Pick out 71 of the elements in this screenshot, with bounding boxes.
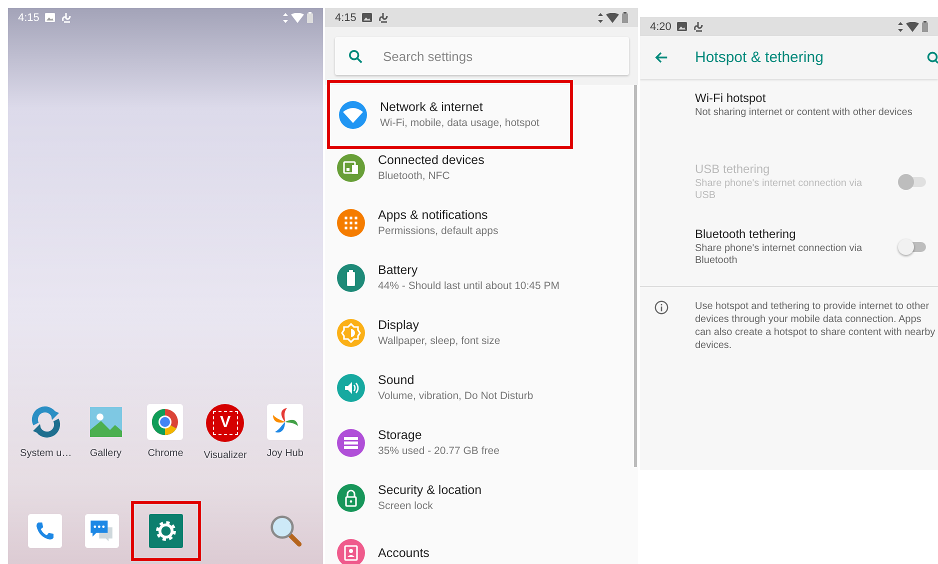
item-subtitle: Wallpaper, sleep, font size [378,335,500,347]
item-subtitle: Screen lock [378,500,434,512]
item-subtitle: 35% used - 20.77 GB free [378,445,500,457]
visualizer-icon: V [206,404,244,442]
scrollbar[interactable] [634,85,637,467]
item-title: Battery [378,263,419,277]
item-subtitle: Bluetooth, NFC [378,170,451,182]
item-title: Bluetooth tethering [695,226,797,240]
landscape-picture-icon [88,404,124,440]
item-title: Wi-Fi hotspot [695,91,767,105]
battery-icon [922,21,928,32]
image-notification-icon [45,13,56,22]
app-label[interactable]: Gallery [90,448,122,459]
image-notification-icon [362,13,372,22]
item-subtitle: Volume, vibration, Do Not Disturb [378,390,534,402]
data-arrows-icon [283,12,288,22]
item-title: Display [378,318,420,332]
wifi-signal-icon [291,12,304,22]
status-time: 4:15 [18,12,40,24]
magnifier-icon[interactable] [269,514,304,548]
item-title: Connected devices [378,153,484,167]
screen-title: Hotspot & tethering [695,49,824,66]
swirl-notification-icon [61,12,72,23]
settings-item[interactable]: Security & location Screen lock [325,470,573,525]
item-subtitle: Share phone's internet connection via USB [695,178,864,202]
app-label[interactable]: Chrome [148,448,184,459]
phone-icon[interactable] [28,514,62,548]
settings-item[interactable]: Apps & notifications Permissions, default apps [325,195,573,250]
info-text: Use hotspot and tethering to provide internet to other devices through your mobile data connection. Apps can also create a hotspot to share content with nearby devices. [695,300,936,352]
swirl-notification-icon [693,21,704,32]
browser-icon [147,404,184,440]
item-subtitle: 44% - Should last until about 10:45 PM [378,280,560,292]
app-label[interactable]: System u… [20,448,72,459]
data-arrows-icon [598,12,603,22]
app-label[interactable]: Joy Hub [266,448,304,459]
messages-icon[interactable] [84,514,119,548]
info-icon [654,300,669,314]
settings-item[interactable]: Display Wallpaper, sleep, font size [325,305,573,360]
item-title: Network & internet [380,100,484,114]
settings-item[interactable]: Storage 35% used - 20.77 GB free [325,415,573,470]
wifi-signal-icon [906,22,919,32]
settings-item[interactable]: Accounts [325,525,573,564]
pinwheel-icon [267,404,304,440]
item-title: Apps & notifications [378,208,489,222]
status-time: 4:15 [335,12,356,24]
item-subtitle: Not sharing internet or content with other devices [695,107,914,120]
battery-icon [622,12,628,23]
settings-item[interactable]: Network & internet Wi-Fi, mobile, data usage, hotspot [327,80,573,149]
wifi-signal-icon [606,12,619,22]
search-icon[interactable] [926,50,938,64]
swirl-notification-icon [378,12,390,23]
settings-icon[interactable] [148,514,182,548]
app-label[interactable]: Visualizer [204,450,247,461]
item-subtitle: Share phone's internet connection via Bluetooth [695,242,864,268]
item-title: USB tethering [695,162,771,176]
status-time: 4:20 [650,20,672,32]
toggle-switch[interactable] [898,239,926,255]
item-subtitle: Permissions, default apps [378,225,498,237]
search-field[interactable]: Search settings [335,37,629,75]
item-subtitle: Wi-Fi, mobile, data usage, hotspot [380,117,540,129]
item-title: Accounts [378,546,430,560]
image-notification-icon [677,22,688,31]
back-arrow-icon[interactable] [654,50,669,65]
settings-item[interactable]: Battery 44% - Should last until about 10:45 PM [325,250,573,305]
search-icon [348,49,363,64]
settings-item[interactable]: Sound Volume, vibration, Do Not Disturb [325,360,573,415]
item-title: Storage [378,428,423,442]
battery-icon [307,12,313,23]
item-title: Security & location [378,483,482,497]
item-title: Sound [378,373,416,387]
data-arrows-icon [898,22,903,32]
